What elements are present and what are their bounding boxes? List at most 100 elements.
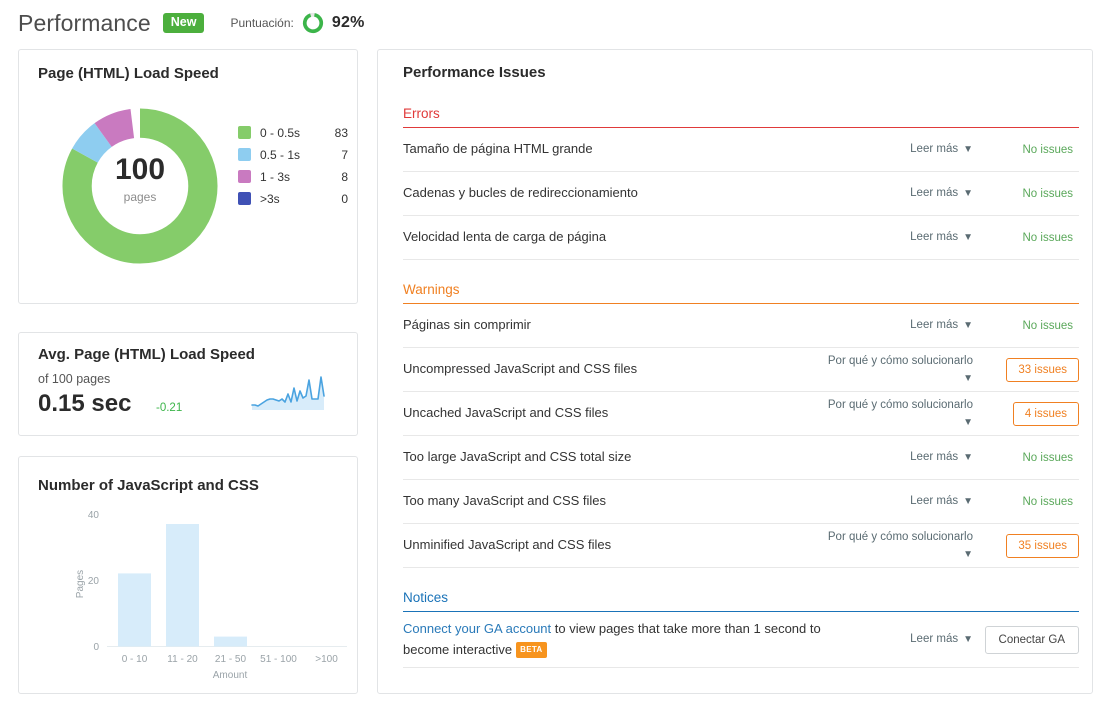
issue-status: No issues	[975, 232, 1079, 244]
issue-label: Too large JavaScript and CSS total size	[403, 449, 632, 465]
issue-status: No issues	[975, 452, 1079, 464]
why-and-how-link[interactable]: Por qué y cómo solucionarlo ▼	[825, 353, 975, 386]
issue-label: Tamaño de página HTML grande	[403, 141, 593, 157]
svg-text:20: 20	[88, 576, 100, 587]
performance-issues-panel: Performance Issues Errors Tamaño de pági…	[377, 49, 1093, 694]
chevron-down-icon: ▼	[963, 548, 973, 560]
issue-row[interactable]: Páginas sin comprimir Leer más ▼ No issue…	[403, 304, 1079, 348]
legend-value: 83	[334, 125, 348, 140]
connect-ga-link[interactable]: Connect your GA account	[403, 621, 551, 636]
score-value: 92%	[331, 14, 365, 31]
read-more-label: Leer más	[910, 231, 959, 244]
issue-status[interactable]: 33 issues	[975, 357, 1079, 382]
no-issues-label: No issues	[1022, 231, 1074, 244]
issue-row[interactable]: Uncached JavaScript and CSS files Por qu…	[403, 392, 1079, 436]
score-widget: Puntuación: 92%	[230, 12, 364, 34]
issue-label: Velocidad lenta de carga de página	[403, 229, 607, 245]
issue-row[interactable]: Connect your GA account to view pages th…	[403, 612, 1079, 668]
issue-row[interactable]: Uncompressed JavaScript and CSS files Po…	[403, 348, 1079, 392]
score-label: Puntuación:	[230, 16, 294, 30]
issue-label: Unminified JavaScript and CSS files	[403, 537, 612, 553]
svg-text:11 - 20: 11 - 20	[167, 654, 198, 665]
issue-status[interactable]: 35 issues	[975, 533, 1079, 558]
read-more-link[interactable]: Leer más ▼	[839, 449, 975, 466]
svg-text:>100: >100	[315, 654, 338, 665]
issues-count-badge[interactable]: 33 issues	[1006, 357, 1079, 382]
issues-count-badge[interactable]: 4 issues	[1012, 401, 1079, 426]
read-more-link[interactable]: Leer más ▼	[839, 493, 975, 510]
bar-11-20	[166, 524, 199, 647]
card-title: Page (HTML) Load Speed	[38, 65, 219, 82]
issue-status[interactable]: 4 issues	[975, 401, 1079, 426]
svg-text:40: 40	[88, 510, 100, 521]
new-badge: New	[162, 13, 205, 33]
legend-item: 0.5 - 1s 7	[238, 145, 348, 164]
issue-row[interactable]: Unminified JavaScript and CSS files Por …	[403, 524, 1079, 568]
issue-status[interactable]: Conectar GA	[975, 625, 1079, 654]
issue-label: Cadenas y bucles de redireccionamiento	[403, 185, 638, 201]
why-and-how-link[interactable]: Por qué y cómo solucionarlo ▼	[825, 529, 975, 562]
legend-label: 0.5 - 1s	[260, 147, 301, 162]
issue-row[interactable]: Cadenas y bucles de redireccionamiento L…	[403, 172, 1079, 216]
read-more-link[interactable]: Leer más ▼	[839, 141, 975, 158]
no-issues-label: No issues	[1022, 451, 1074, 464]
issue-status: No issues	[975, 320, 1079, 332]
read-more-link[interactable]: Leer más ▼	[839, 185, 975, 202]
read-more-link[interactable]: Leer más ▼	[839, 229, 975, 246]
legend-value: 0	[341, 191, 348, 206]
issue-row[interactable]: Tamaño de página HTML grande Leer más ▼ N…	[403, 128, 1079, 172]
read-more-label: Leer más	[910, 187, 959, 200]
no-issues-label: No issues	[1022, 319, 1074, 332]
donut-chart: 100 pages 0 - 0.5s 83 0.5 - 1s 7 1 - 3s …	[19, 98, 359, 278]
read-more-label: Leer más	[910, 495, 959, 508]
legend-label: >3s	[260, 191, 280, 206]
legend-label: 0 - 0.5s	[260, 125, 301, 140]
why-and-how-label: Por qué y cómo solucionarlo	[827, 530, 973, 543]
issue-row[interactable]: Too large JavaScript and CSS total size …	[403, 436, 1079, 480]
svg-text:Pages: Pages	[75, 570, 86, 598]
connect-ga-button[interactable]: Conectar GA	[984, 625, 1079, 654]
bar-21-50	[214, 636, 247, 647]
why-and-how-link[interactable]: Por qué y cómo solucionarlo ▼	[825, 397, 975, 430]
chevron-down-icon: ▼	[963, 188, 973, 200]
legend-swatch-icon	[238, 126, 251, 139]
chevron-down-icon: ▼	[963, 232, 973, 244]
legend-value: 8	[341, 169, 348, 184]
sparkline-chart	[251, 376, 325, 410]
card-title: Avg. Page (HTML) Load Speed	[38, 346, 255, 363]
why-and-how-label: Por qué y cómo solucionarlo	[827, 354, 973, 367]
issue-row[interactable]: Velocidad lenta de carga de página Leer …	[403, 216, 1079, 260]
legend-value: 7	[341, 147, 348, 162]
legend-item: 0 - 0.5s 83	[238, 123, 348, 142]
page-title: Performance	[18, 9, 151, 36]
section-header-errors: Errors	[403, 106, 1079, 128]
issue-status: No issues	[975, 496, 1079, 508]
svg-text:21 - 50: 21 - 50	[215, 654, 247, 665]
why-and-how-label: Por qué y cómo solucionarlo	[827, 398, 973, 411]
issue-label: Páginas sin comprimir	[403, 317, 531, 333]
legend-item: >3s 0	[238, 189, 348, 208]
read-more-link[interactable]: Leer más ▼	[839, 317, 975, 334]
donut-legend: 0 - 0.5s 83 0.5 - 1s 7 1 - 3s 8 >3s 0	[238, 123, 348, 211]
issue-label: Too many JavaScript and CSS files	[403, 493, 607, 509]
issue-status: No issues	[975, 188, 1079, 200]
svg-text:0: 0	[93, 642, 99, 653]
read-more-label: Leer más	[910, 633, 959, 646]
legend-swatch-icon	[238, 148, 251, 161]
beta-badge: BETA	[516, 641, 547, 658]
score-ring-icon	[302, 12, 323, 34]
avg-delta: -0.21	[156, 402, 183, 414]
svg-text:0 - 10: 0 - 10	[122, 654, 148, 665]
chevron-down-icon: ▼	[963, 496, 973, 508]
svg-text:Amount: Amount	[213, 670, 248, 681]
no-issues-label: No issues	[1022, 495, 1074, 508]
issue-row[interactable]: Too many JavaScript and CSS files Leer m…	[403, 480, 1079, 524]
issue-status: No issues	[975, 144, 1079, 156]
chevron-down-icon: ▼	[963, 320, 973, 332]
legend-swatch-icon	[238, 192, 251, 205]
issues-count-badge[interactable]: 35 issues	[1006, 533, 1079, 558]
performance-dashboard: Performance New Puntuación: 92% Page (HT…	[0, 0, 1111, 709]
read-more-link[interactable]: Leer más ▼	[839, 631, 975, 648]
page-load-speed-card: Page (HTML) Load Speed 100 pages 0 - 0.5…	[18, 49, 358, 304]
